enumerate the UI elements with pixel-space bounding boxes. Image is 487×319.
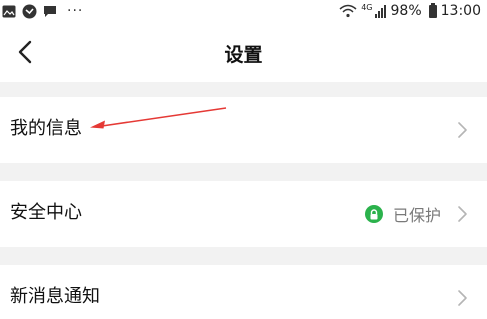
settings-item-security-center[interactable]: 安全中心 已保护 <box>0 181 487 247</box>
clock: 13:00 <box>440 3 481 19</box>
settings-item-label: 我的信息 <box>10 118 82 139</box>
chevron-right-icon <box>458 206 467 222</box>
status-left: ··· <box>2 2 83 20</box>
chat-bubble-icon <box>44 5 56 17</box>
chevron-right-icon <box>458 290 467 306</box>
network-type-label: 4G <box>361 2 373 12</box>
security-status-label: 已保护 <box>392 206 441 225</box>
nav-bar: 设置 <box>0 22 487 82</box>
lock-icon <box>364 205 383 223</box>
settings-item-my-info[interactable]: 我的信息 <box>0 97 487 163</box>
overflow-dots: ··· <box>67 3 84 19</box>
status-right: 4G 98% 13:00 <box>339 1 481 21</box>
settings-screen: ··· 4G 98% 13:00 设置 我的信息 安全中心 已保护 新消息通知 <box>0 0 487 319</box>
battery-percent: 98% <box>390 3 422 19</box>
settings-item-label: 新消息通知 <box>10 286 100 307</box>
wifi-icon <box>339 4 357 18</box>
shield-app-icon <box>22 4 37 18</box>
settings-item-label: 安全中心 <box>10 202 82 223</box>
gallery-icon <box>2 5 16 17</box>
settings-item-new-message-notification[interactable]: 新消息通知 <box>0 265 487 319</box>
security-status: 已保护 <box>364 202 441 226</box>
battery-icon <box>428 2 437 18</box>
page-title: 设置 <box>224 44 263 66</box>
status-bar: ··· 4G 98% 13:00 <box>0 0 487 22</box>
signal-icon <box>374 4 386 18</box>
chevron-right-icon <box>458 122 467 138</box>
